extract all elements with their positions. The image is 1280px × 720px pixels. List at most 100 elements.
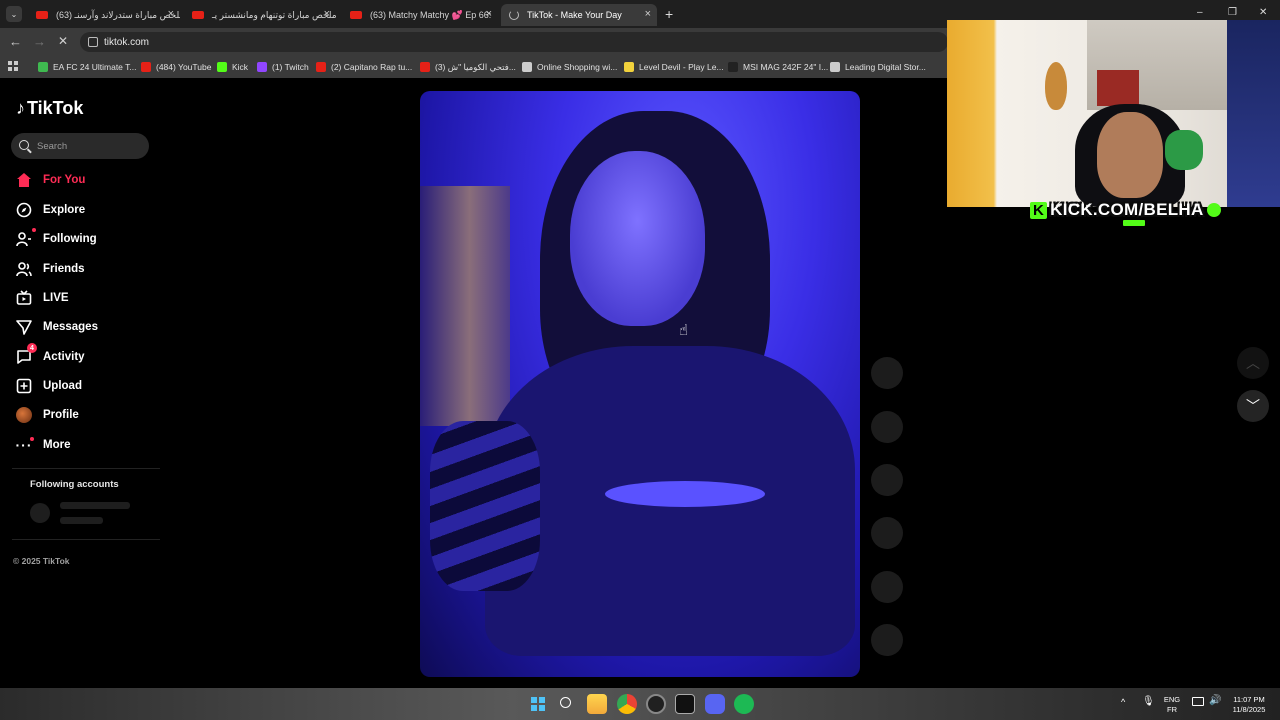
messages-icon (14, 317, 34, 337)
bookmark-favicon-icon (522, 62, 532, 72)
verified-badge-icon (1206, 203, 1221, 217)
bookmark-item[interactable]: (2) Capitano Rap tu... (316, 60, 412, 74)
nav-label: Explore (43, 204, 86, 216)
tab-tottenham-highlights[interactable]: ملخص مباراة توتنهام ومانشستر يـ × (184, 4, 336, 26)
search-input[interactable]: Search (11, 133, 149, 159)
chevron-down-icon: ﹀ (1246, 398, 1260, 414)
bookmark-favicon-icon (257, 62, 267, 72)
nav-messages[interactable]: Messages (14, 316, 98, 338)
bookmark-label: Leading Digital Stor... (845, 62, 926, 72)
nav-activity[interactable]: 4 Activity (14, 343, 85, 368)
comment-button[interactable] (871, 464, 903, 496)
compass-icon (14, 200, 34, 220)
creator-avatar-button[interactable] (871, 357, 903, 389)
tab-arsenal-highlights[interactable]: (63) ملخص مباراة ستدرلاند وآرسنـ × (28, 4, 180, 26)
search-placeholder: Search (37, 140, 68, 152)
bookmark-item[interactable]: Leading Digital Stor... (830, 60, 926, 74)
nav-friends[interactable]: Friends (14, 258, 85, 280)
minimize-button[interactable]: – (1197, 7, 1203, 18)
kick-logo-icon: K (1030, 201, 1048, 219)
tab-tiktok[interactable]: TikTok - Make Your Day × (501, 4, 657, 26)
nav-explore[interactable]: Explore (14, 199, 85, 221)
close-window-button[interactable]: ✕ (1259, 7, 1267, 18)
account-placeholder-line (60, 517, 103, 524)
nav-live[interactable]: LIVE (14, 287, 69, 309)
restore-button[interactable]: ❐ (1228, 7, 1237, 18)
stop-loading-icon[interactable]: ✕ (58, 34, 68, 48)
forward-arrow-icon[interactable]: → (33, 34, 46, 49)
back-arrow-icon[interactable]: ← (9, 34, 22, 49)
network-icon[interactable] (1192, 697, 1204, 706)
bookmark-label: Level Devil - Play Le... (639, 62, 724, 72)
video-player[interactable] (420, 91, 860, 677)
bookmark-favicon-icon (316, 62, 326, 72)
tab-matchy-matchy[interactable]: (63) Matchy Matchy 💕 Ep 66: × (342, 4, 498, 26)
bookmark-favicon-icon (141, 62, 151, 72)
bookmark-item[interactable]: (3) فتحي الكوميا "ش... (420, 60, 516, 74)
bookmark-item[interactable]: Kick (217, 60, 248, 74)
tray-overflow-icon[interactable]: ^ (1121, 697, 1125, 707)
music-disc-button[interactable] (871, 624, 903, 656)
microphone-icon[interactable]: 🎙 (1142, 696, 1155, 707)
bookmark-label: (1) Twitch (272, 62, 309, 72)
url-field[interactable]: tiktok.com (80, 32, 948, 52)
video-waist (605, 481, 765, 507)
following-icon (14, 228, 36, 249)
site-info-icon[interactable] (88, 37, 98, 47)
bookmark-favicon-icon (38, 62, 48, 72)
activity-icon: 4 (14, 343, 37, 367)
webcam-headset-stand (1165, 130, 1203, 170)
previous-video-button[interactable]: ︿ (1237, 347, 1269, 379)
github-icon[interactable] (646, 694, 666, 714)
youtube-icon (350, 11, 362, 19)
discord-icon[interactable] (705, 694, 725, 714)
language-code: ENG (1163, 695, 1181, 704)
next-video-button[interactable]: ﹀ (1237, 390, 1269, 422)
volume-icon[interactable]: 🔊 (1209, 695, 1221, 706)
apps-grid-icon[interactable] (8, 61, 18, 71)
webcam-red-case (1097, 70, 1139, 106)
bookmark-item[interactable]: EA FC 24 Ultimate T... (38, 60, 136, 74)
bookmark-label: Online Shopping wi... (537, 62, 618, 72)
sidebar-divider (12, 468, 160, 469)
bookmark-label: EA FC 24 Ultimate T... (53, 62, 137, 72)
like-button[interactable] (871, 411, 903, 443)
tab-search-button[interactable]: ⌄ (6, 6, 22, 22)
share-button[interactable] (871, 571, 903, 603)
tab-close-icon[interactable]: × (486, 8, 492, 20)
nav-label: Upload (43, 380, 82, 392)
bookmark-item[interactable]: Level Devil - Play Le... (624, 60, 724, 74)
webcam-face (1097, 112, 1163, 198)
bookmark-button[interactable] (871, 517, 903, 549)
nav-for-you[interactable]: For You (14, 169, 85, 191)
taskbar-search-icon[interactable] (557, 694, 577, 714)
search-icon (19, 140, 29, 150)
bookmark-item[interactable]: (1) Twitch (257, 60, 309, 74)
chrome-icon[interactable] (617, 694, 637, 714)
windows-start-icon[interactable] (528, 694, 548, 714)
tab-close-icon[interactable]: × (645, 8, 651, 20)
video-face (570, 151, 705, 326)
live-icon (14, 288, 34, 308)
tab-title: (63) Matchy Matchy 💕 Ep 66: (370, 9, 492, 20)
bookmark-item[interactable]: MSI MAG 242F 24" I... (728, 60, 828, 74)
bookmark-item[interactable]: Online Shopping wi... (522, 60, 617, 74)
tab-close-icon[interactable]: × (324, 8, 330, 20)
nav-more[interactable]: ··· More (14, 434, 70, 456)
file-explorer-icon[interactable] (587, 694, 607, 714)
tiktok-logo[interactable]: ♪ TikTok (16, 98, 83, 119)
nav-profile[interactable]: Profile (14, 404, 79, 426)
bookmark-item[interactable]: (484) YouTube (141, 60, 211, 74)
nav-label: Friends (43, 263, 85, 275)
windows-taskbar (0, 688, 1280, 720)
language-indicator[interactable]: ENG FR (1162, 695, 1182, 715)
home-icon (14, 170, 34, 190)
nav-following[interactable]: Following (14, 228, 97, 250)
spotify-icon[interactable] (734, 694, 754, 714)
tab-close-icon[interactable]: × (168, 8, 174, 20)
epic-games-icon[interactable] (675, 694, 695, 714)
clock[interactable]: 11:07 PM 11/8/2025 (1226, 695, 1272, 715)
nav-upload[interactable]: Upload (14, 375, 82, 397)
new-tab-button[interactable]: + (665, 6, 673, 22)
tiktok-note-icon: ♪ (16, 98, 25, 118)
